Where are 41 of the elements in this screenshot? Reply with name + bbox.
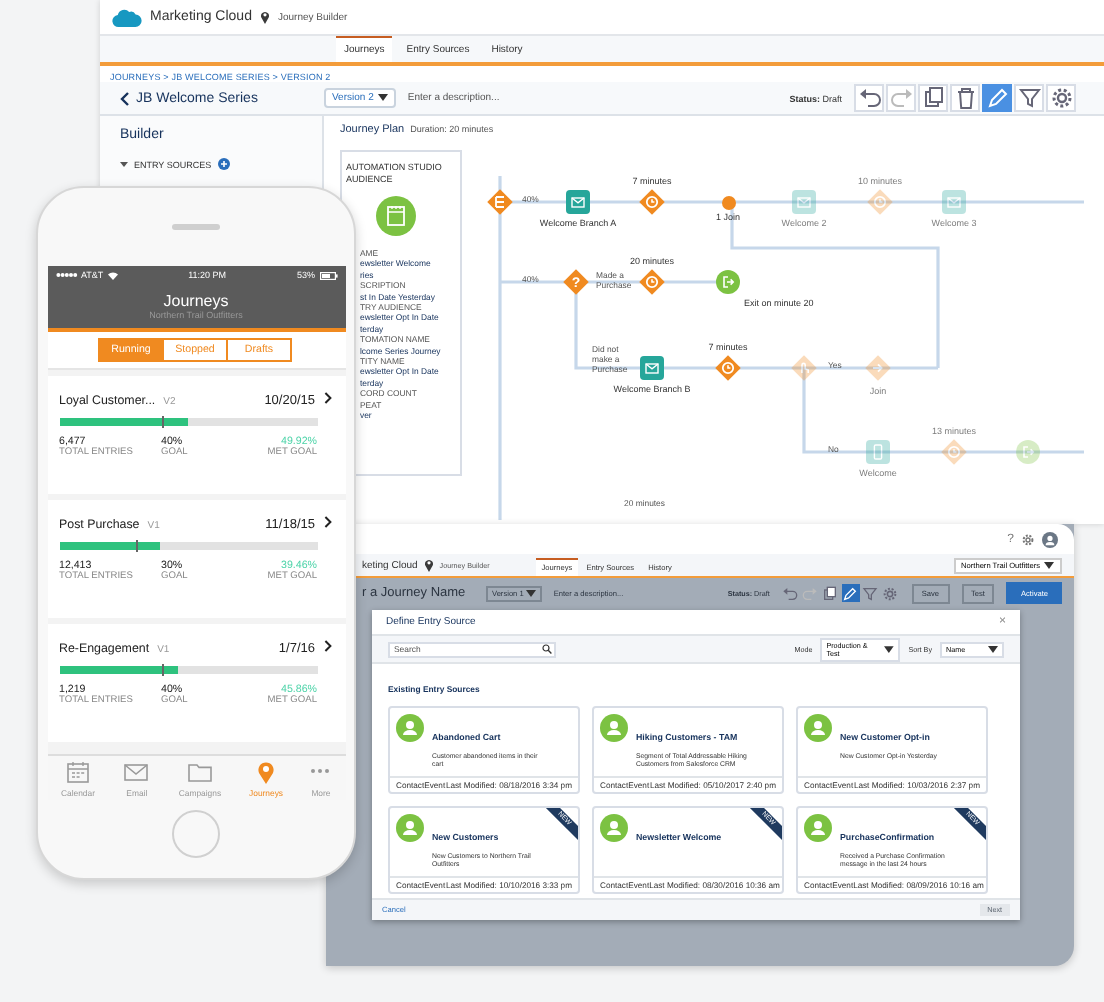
- back-icon: [120, 91, 130, 105]
- person-icon: [600, 814, 628, 842]
- wifi-icon: [107, 271, 118, 279]
- settings-icon: [1022, 533, 1034, 545]
- search-icon: [542, 644, 552, 654]
- person-icon: [396, 814, 424, 842]
- chevron-right-icon: [323, 391, 331, 403]
- caret-icon: [1044, 561, 1054, 569]
- goal-marker: [162, 415, 164, 428]
- calendar-icon: [376, 196, 416, 236]
- copy-button[interactable]: [821, 584, 840, 602]
- caret-icon: [884, 645, 895, 653]
- more-icon: [310, 768, 331, 774]
- person-icon: [600, 714, 628, 742]
- caret-icon: [377, 94, 388, 102]
- goal-marker: [136, 539, 138, 552]
- person-icon: [804, 714, 832, 742]
- chevron-icon: [120, 160, 128, 168]
- chevron-right-icon: [323, 639, 331, 651]
- signal-icon: [55, 272, 77, 278]
- caret-icon: [988, 645, 998, 653]
- cloud-logo-icon: [112, 7, 142, 27]
- filter-button[interactable]: [861, 584, 880, 602]
- person-icon: [804, 814, 832, 842]
- undo-button[interactable]: [781, 584, 800, 602]
- goal-marker: [162, 663, 164, 676]
- person-icon: [396, 714, 424, 742]
- copy-button[interactable]: [918, 84, 948, 112]
- screen-title: Journeys: [163, 292, 229, 310]
- calendar-icon: [63, 757, 92, 785]
- speaker-slot: [172, 224, 220, 229]
- battery-icon: [319, 271, 337, 279]
- undo-button[interactable]: [854, 84, 884, 112]
- settings-button[interactable]: [881, 584, 900, 602]
- trash-button[interactable]: [950, 84, 980, 112]
- pencil-button[interactable]: [982, 84, 1012, 112]
- caret-icon: [525, 589, 536, 597]
- chevron-right-icon: [323, 515, 331, 527]
- location-pin-icon: [259, 10, 270, 24]
- add-icon: [217, 158, 230, 170]
- avatar-icon: [1042, 531, 1058, 547]
